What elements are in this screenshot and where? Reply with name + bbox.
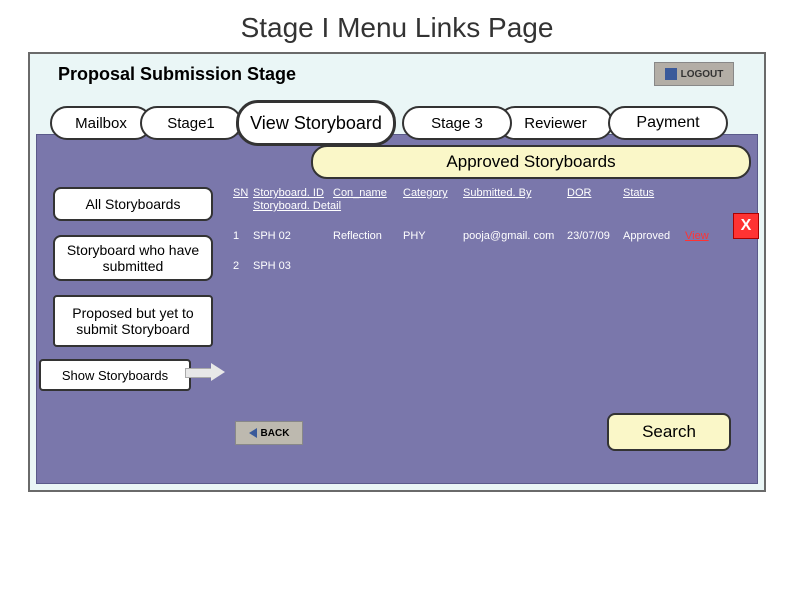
main-frame: Proposal Submission Stage LOGOUT Mailbox… (28, 52, 766, 492)
logout-label: LOGOUT (681, 69, 724, 80)
storyboard-table: SN Storyboard. ID Con_name Category Subm… (233, 185, 753, 272)
back-button[interactable]: BACK (235, 421, 303, 445)
cell-dor: 23/07/09 (567, 230, 623, 242)
cell-sn: 1 (233, 230, 253, 242)
show-storyboards-button[interactable]: Show Storyboards (39, 359, 191, 391)
search-button[interactable]: Search (607, 413, 731, 451)
tab-reviewer[interactable]: Reviewer (498, 106, 613, 140)
table-row: 1 SPH 02 Reflection PHY pooja@gmail. com… (233, 230, 753, 242)
col-storyboard-detail: Storyboard. Detail (253, 200, 753, 212)
logout-icon (665, 68, 677, 80)
table-row: 2 SPH 03 (233, 260, 753, 272)
logout-button[interactable]: LOGOUT (654, 62, 734, 86)
close-button[interactable]: X (733, 213, 759, 239)
cell-sid: SPH 02 (253, 230, 333, 242)
sidebar-submitted[interactable]: Storyboard who have submitted (53, 235, 213, 281)
col-status: Status (623, 185, 685, 201)
cell-sn: 2 (233, 260, 253, 272)
table-header-row: SN Storyboard. ID Con_name Category Subm… (233, 185, 753, 201)
col-sn: SN (233, 185, 253, 201)
cell-status: Approved (623, 230, 685, 242)
tab-mailbox[interactable]: Mailbox (50, 106, 152, 140)
tab-row: Mailbox Stage1 View Storyboard Stage 3 R… (50, 102, 744, 146)
sidebar-all-storyboards[interactable]: All Storyboards (53, 187, 213, 221)
tab-payment[interactable]: Payment (608, 106, 728, 140)
back-arrow-icon (249, 428, 257, 438)
content-panel: Approved Storyboards All Storyboards Sto… (36, 134, 758, 484)
section-header: Approved Storyboards (311, 145, 751, 179)
back-label: BACK (261, 428, 290, 439)
col-con-name: Con_name (333, 185, 403, 201)
tab-stage3[interactable]: Stage 3 (402, 106, 512, 140)
cell-sub: pooja@gmail. com (463, 230, 567, 242)
col-storyboard-id: Storyboard. ID (253, 185, 333, 201)
col-dor: DOR (567, 185, 623, 201)
col-submitted-by: Submitted. By (463, 185, 567, 201)
cell-con: Reflection (333, 230, 403, 242)
view-link[interactable]: View (685, 230, 727, 242)
page-title: Stage I Menu Links Page (0, 0, 794, 52)
sidebar-proposed[interactable]: Proposed but yet to submit Storyboard (53, 295, 213, 347)
tab-stage1[interactable]: Stage1 (140, 106, 242, 140)
col-category: Category (403, 185, 463, 201)
cell-cat: PHY (403, 230, 463, 242)
arrow-icon (185, 363, 225, 381)
cell-sid: SPH 03 (253, 260, 333, 272)
tab-view-storyboard[interactable]: View Storyboard (236, 100, 396, 146)
